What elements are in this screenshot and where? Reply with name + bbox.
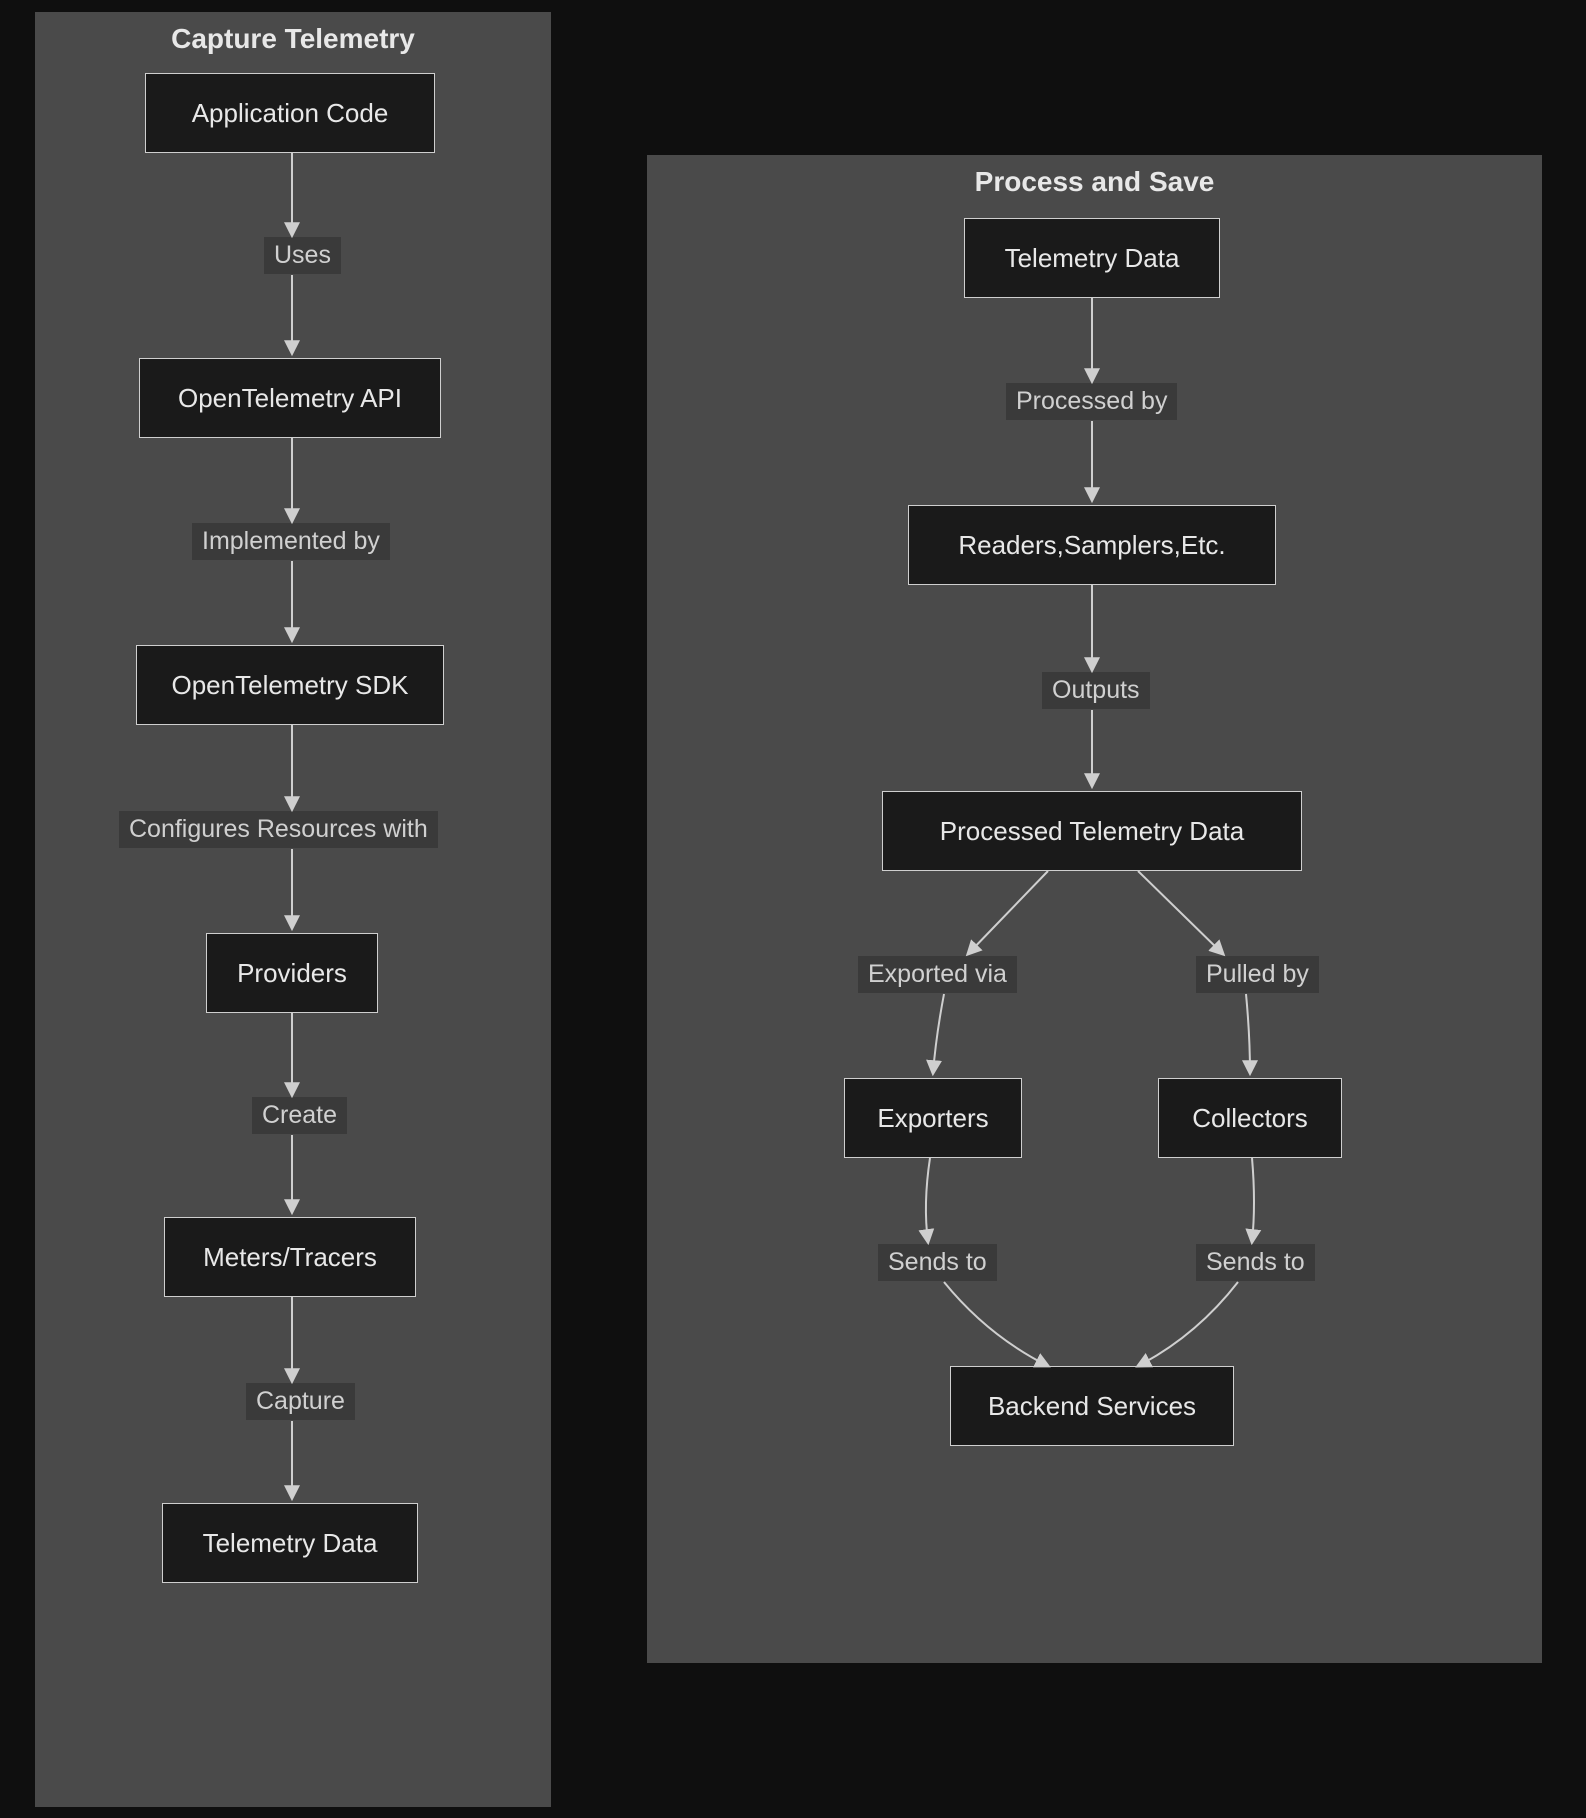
edge-label-pulled-by: Pulled by (1196, 956, 1319, 993)
node-opentelemetry-api: OpenTelemetry API (139, 358, 441, 438)
edge-label-outputs: Outputs (1042, 672, 1150, 709)
node-collectors: Collectors (1158, 1078, 1342, 1158)
node-telemetry-data-process: Telemetry Data (964, 218, 1220, 298)
node-telemetry-data-capture: Telemetry Data (162, 1503, 418, 1583)
edge-label-sends-to-1: Sends to (878, 1244, 997, 1281)
edge-label-processed-by: Processed by (1006, 383, 1177, 420)
node-processed-telemetry-data: Processed Telemetry Data (882, 791, 1302, 871)
edge-label-capture: Capture (246, 1383, 355, 1420)
node-readers-samplers: Readers,Samplers,Etc. (908, 505, 1276, 585)
node-meters-tracers: Meters/Tracers (164, 1217, 416, 1297)
edge-label-uses: Uses (264, 237, 341, 274)
node-backend-services: Backend Services (950, 1366, 1234, 1446)
edge-label-create: Create (252, 1097, 347, 1134)
panel-title-capture: Capture Telemetry (36, 13, 550, 61)
node-providers: Providers (206, 933, 378, 1013)
node-application-code: Application Code (145, 73, 435, 153)
edge-label-exported-via: Exported via (858, 956, 1017, 993)
panel-capture-telemetry: Capture Telemetry Application Code OpenT… (35, 12, 551, 1807)
panel-title-process: Process and Save (648, 156, 1541, 204)
node-opentelemetry-sdk: OpenTelemetry SDK (136, 645, 444, 725)
edge-label-sends-to-2: Sends to (1196, 1244, 1315, 1281)
edge-label-configures-resources: Configures Resources with (119, 811, 438, 848)
node-exporters: Exporters (844, 1078, 1022, 1158)
edge-label-implemented-by: Implemented by (192, 523, 390, 560)
panel-process-and-save: Process and Save Telemetry Data Readers,… (647, 155, 1542, 1663)
